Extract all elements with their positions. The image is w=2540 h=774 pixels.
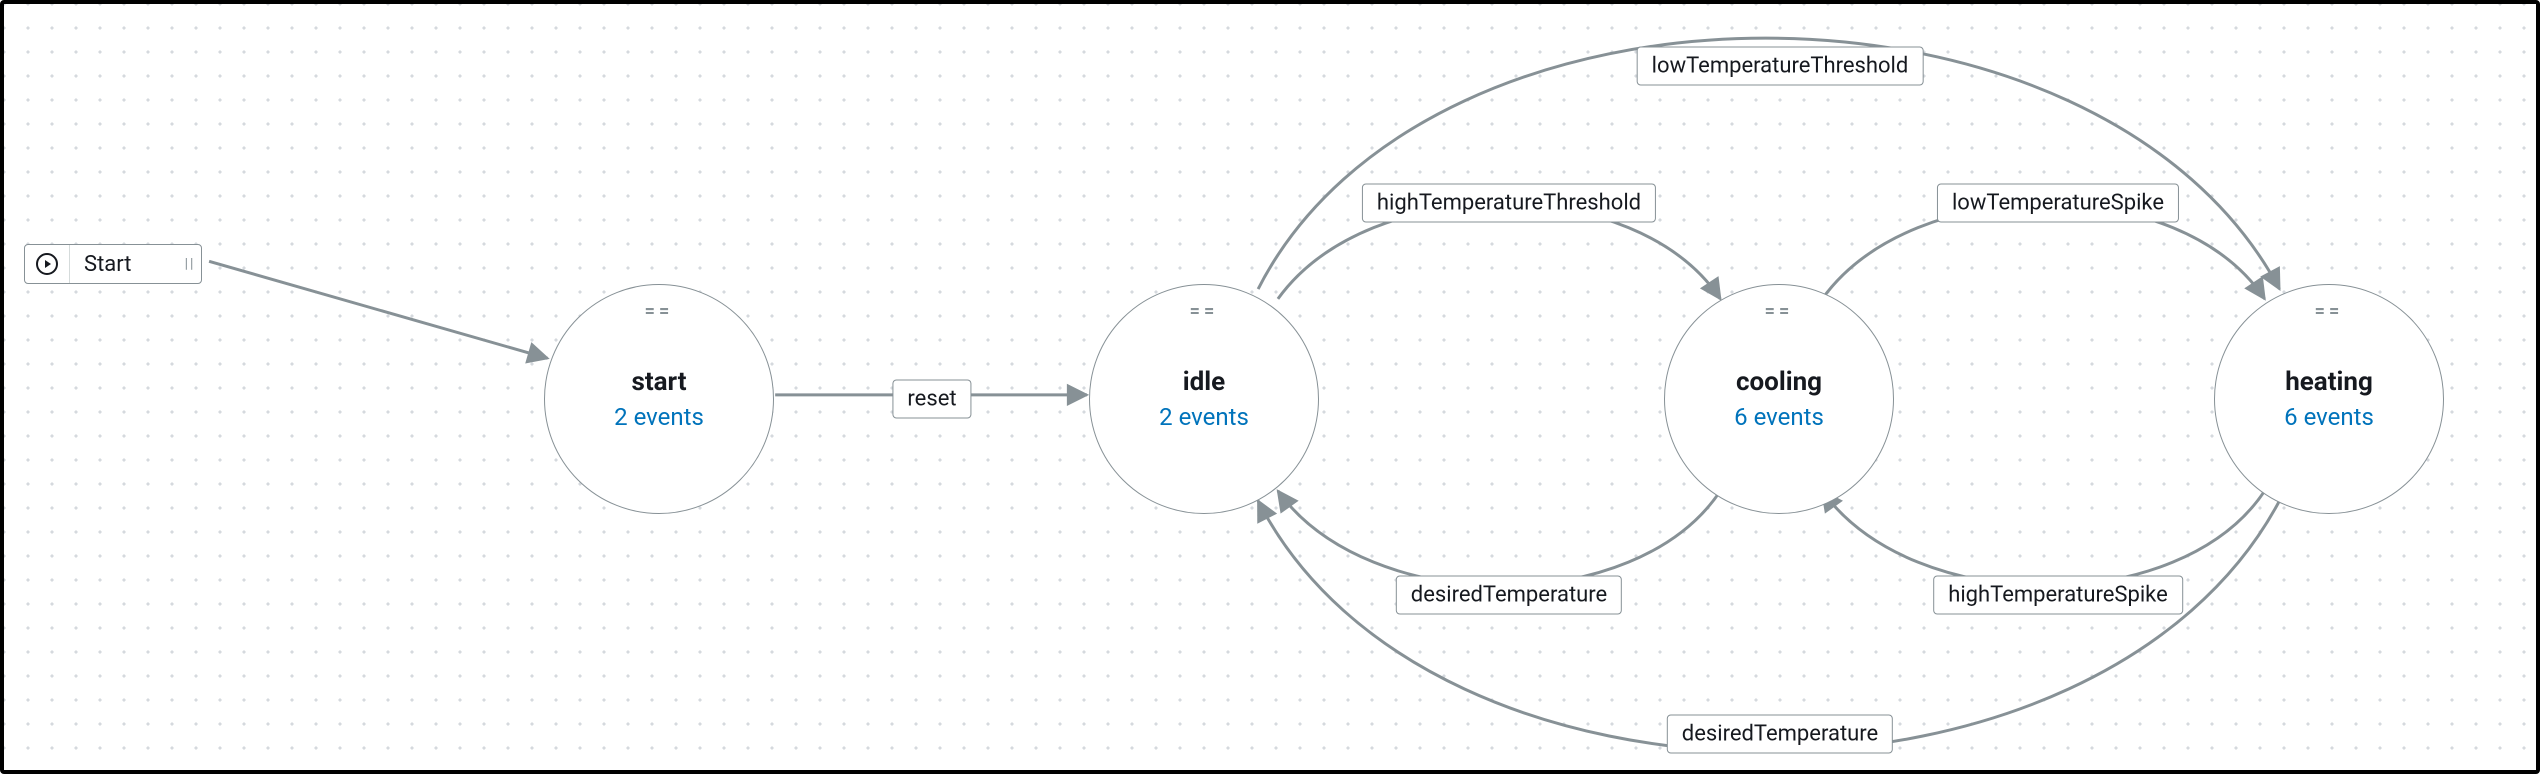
state-node-idle[interactable]: == idle 2 events <box>1089 284 1319 514</box>
state-title: start <box>631 367 686 397</box>
transition-label-low-temp-spike[interactable]: lowTemperatureSpike <box>1937 184 2179 223</box>
transition-label-high-temp-spike[interactable]: highTemperatureSpike <box>1933 576 2183 615</box>
drag-handle-icon[interactable]: == <box>1190 301 1219 322</box>
state-node-cooling[interactable]: == cooling 6 events <box>1664 284 1894 514</box>
transition-label-low-temp-threshold[interactable]: lowTemperatureThreshold <box>1637 47 1924 86</box>
state-events-link[interactable]: 6 events <box>2284 403 2374 431</box>
state-node-start[interactable]: == start 2 events <box>544 284 774 514</box>
drag-handle-icon[interactable]: == <box>2315 301 2344 322</box>
state-events-link[interactable]: 2 events <box>1159 403 1249 431</box>
state-title: cooling <box>1736 367 1822 397</box>
state-machine-canvas[interactable]: Start || == start 2 events == idle 2 eve… <box>0 0 2540 774</box>
state-title: idle <box>1183 367 1225 397</box>
state-title: heating <box>2285 367 2373 397</box>
transition-label-desired-temp-cooling[interactable]: desiredTemperature <box>1396 576 1622 615</box>
state-events-link[interactable]: 6 events <box>1734 403 1824 431</box>
transition-label-high-temp-threshold[interactable]: highTemperatureThreshold <box>1362 184 1656 223</box>
state-node-heating[interactable]: == heating 6 events <box>2214 284 2444 514</box>
play-icon <box>25 245 70 283</box>
state-events-link[interactable]: 2 events <box>614 403 704 431</box>
transition-label-desired-temp-heating[interactable]: desiredTemperature <box>1667 715 1893 754</box>
drag-handle-icon[interactable]: == <box>1765 301 1794 322</box>
drag-handle-icon[interactable]: == <box>645 301 674 322</box>
initial-start-node[interactable]: Start || <box>24 244 202 284</box>
initial-start-label: Start <box>70 252 179 277</box>
drag-handle-icon[interactable]: || <box>179 245 201 283</box>
transition-label-reset[interactable]: reset <box>892 380 971 419</box>
